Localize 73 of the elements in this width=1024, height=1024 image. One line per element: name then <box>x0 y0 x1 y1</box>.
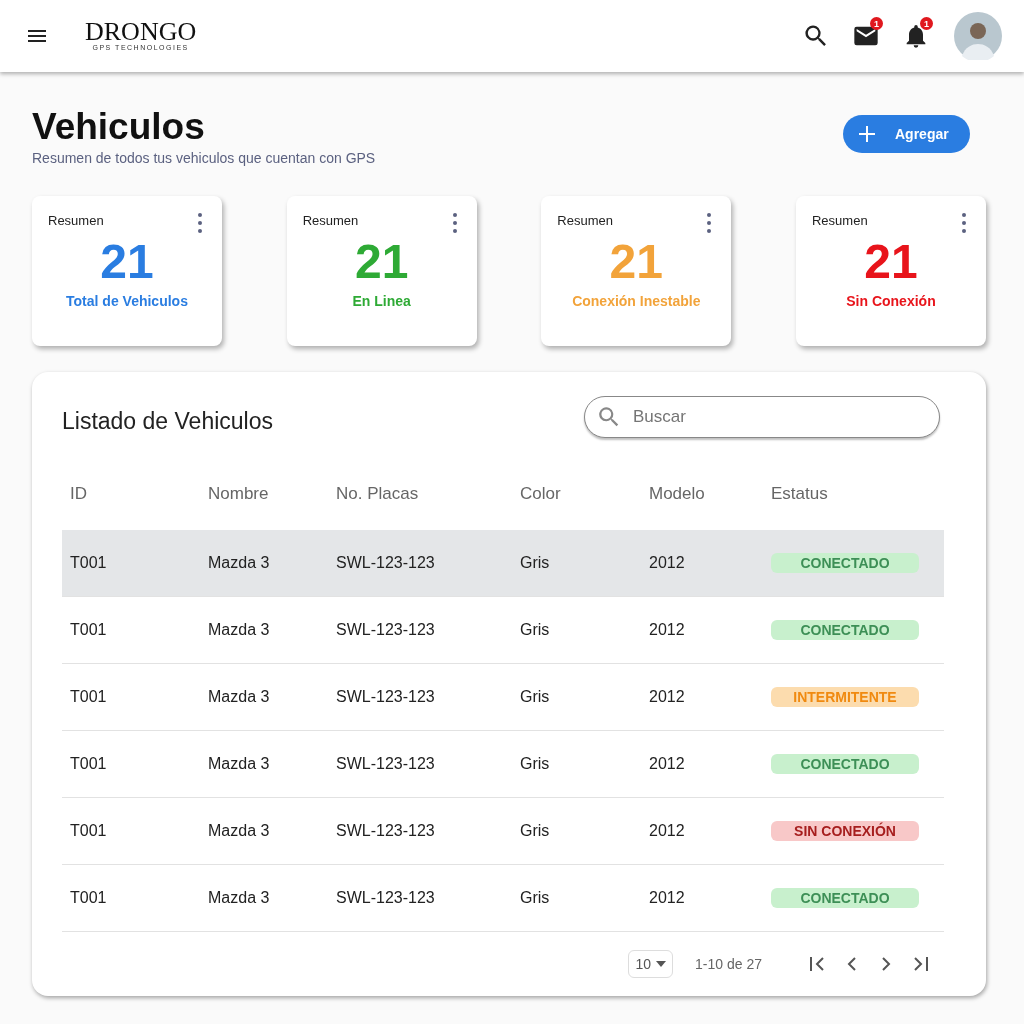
search-field[interactable]: Buscar <box>584 396 940 438</box>
column-header[interactable]: Color <box>512 484 641 504</box>
notification-badge: 1 <box>870 17 883 30</box>
status-tag: CONECTADO <box>771 553 919 573</box>
status-tag: CONECTADO <box>771 620 919 640</box>
table-cell-text: T001 <box>69 621 108 639</box>
add-button[interactable]: Agregar <box>843 115 970 153</box>
table-cell-text: SWL-123-123 <box>335 822 436 840</box>
card-label: Resumen <box>811 213 868 228</box>
column-header[interactable]: ID <box>62 484 200 504</box>
more-icon[interactable] <box>961 213 966 233</box>
table-cell-text: Gris <box>519 688 551 706</box>
table-cell-text: T001 <box>69 755 108 773</box>
table-row[interactable]: T001 Mazda 3 SWL-123-123 Gris 2012 CONECTADO <box>62 530 944 597</box>
column-header[interactable]: No. Placas <box>328 484 512 504</box>
table-cell-text: SWL-123-123 <box>335 889 436 907</box>
more-icon[interactable] <box>452 213 457 233</box>
table-cell-text: T001 <box>69 688 108 706</box>
table-title: Listado de Vehiculos <box>62 406 273 435</box>
table-cell-text: SWL-123-123 <box>335 688 436 706</box>
table-cell-text: Mazda 3 <box>207 688 271 706</box>
table-cell-text: Mazda 3 <box>207 554 271 572</box>
status-tag: INTERMITENTE <box>771 687 919 707</box>
page-subtitle: Resumen de todos tus vehiculos que cuentan con GPS <box>32 150 376 166</box>
caret-icon <box>656 961 667 967</box>
page-size-select[interactable]: 10 <box>628 950 674 978</box>
more-icon[interactable] <box>707 213 712 233</box>
notification-badge: 1 <box>920 17 933 30</box>
card-caption: Sin Conexión <box>846 293 936 309</box>
table-cell-text: SWL-123-123 <box>335 755 436 773</box>
table-cell-text: 2012 <box>648 621 686 639</box>
status-tag: CONECTADO <box>771 888 919 908</box>
card-value: 21 <box>864 237 918 287</box>
column-header[interactable]: Nombre <box>200 484 328 504</box>
card-caption: Total de Vehiculos <box>66 293 188 309</box>
table-cell-text: 2012 <box>648 755 686 773</box>
table-cell-text: Mazda 3 <box>207 621 271 639</box>
more-icon[interactable] <box>198 213 202 233</box>
card-label: Resumen <box>48 213 104 228</box>
table-cell-text: 2012 <box>648 554 686 572</box>
avatar[interactable] <box>954 12 1002 60</box>
table-cell-text: Mazda 3 <box>207 889 271 907</box>
table-cell-text: SWL-123-123 <box>335 621 436 639</box>
card-label: Resumen <box>557 213 613 228</box>
table-cell-text: T001 <box>69 822 108 840</box>
logo: DRONGO <box>85 20 197 44</box>
table-cell-text: Gris <box>519 755 551 773</box>
table-cell-text: SWL-123-123 <box>335 554 436 572</box>
table-cell-text: T001 <box>69 889 108 907</box>
card-value: 21 <box>354 237 409 287</box>
card-caption: En Linea <box>352 293 411 309</box>
menu-icon[interactable] <box>28 30 46 42</box>
table-cell-text: Gris <box>519 889 551 907</box>
card-label: Resumen <box>302 213 359 228</box>
table-cell-text: Mazda 3 <box>207 755 271 773</box>
card-value: 21 <box>100 237 154 287</box>
card-value: 21 <box>609 237 663 287</box>
card-caption: Conexión Inestable <box>572 293 701 309</box>
table-cell-text: Gris <box>519 822 551 840</box>
table-cell-text: 2012 <box>648 688 686 706</box>
table-cell-text: T001 <box>69 554 108 572</box>
table-cell-text: 2012 <box>648 889 686 907</box>
status-tag: CONECTADO <box>771 754 919 774</box>
column-header[interactable]: Modelo <box>641 484 763 504</box>
table-cell-text: Gris <box>519 621 551 639</box>
status-tag: SIN CONEXIÓN <box>771 821 919 841</box>
page-title: Vehiculos <box>32 106 206 148</box>
table-cell-text: Gris <box>519 554 551 572</box>
table-cell-text: 2012 <box>648 822 686 840</box>
column-header[interactable]: Estatus <box>763 484 944 504</box>
plus-icon <box>859 126 875 142</box>
table-cell-text: Mazda 3 <box>207 822 271 840</box>
page-range: 1-10 de 27 <box>695 956 762 972</box>
